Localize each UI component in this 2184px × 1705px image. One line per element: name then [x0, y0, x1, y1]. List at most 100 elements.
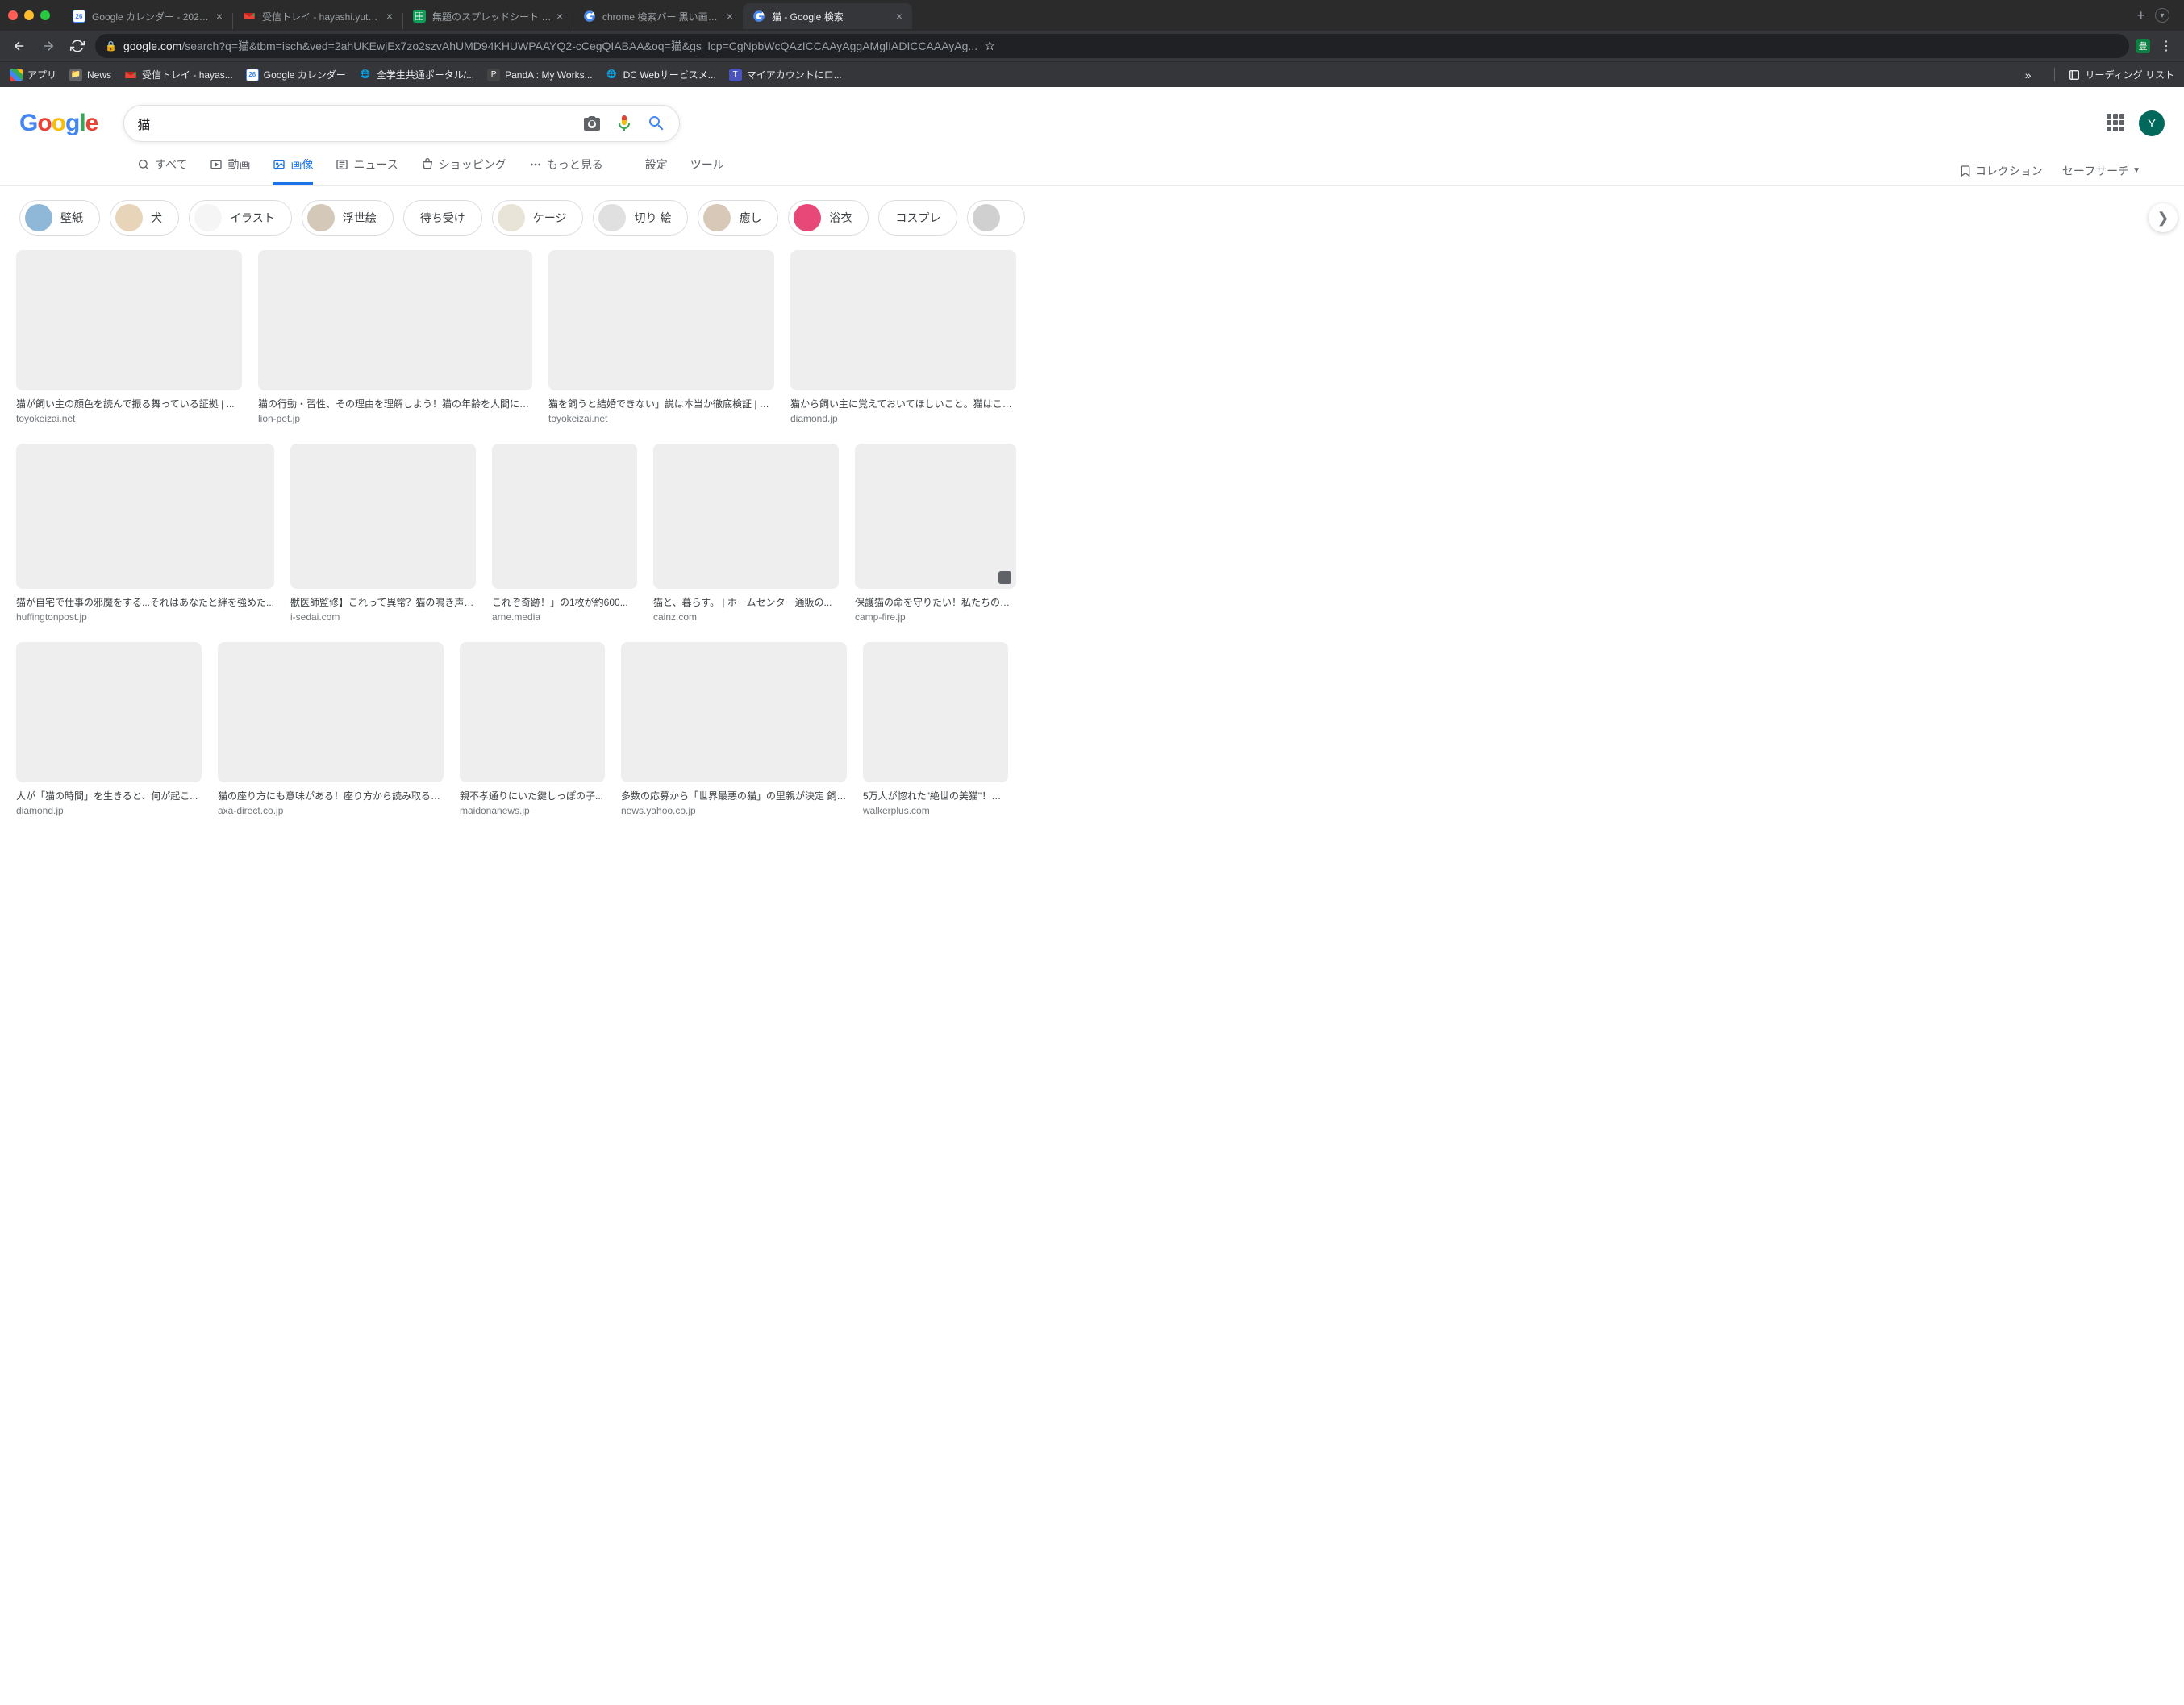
refinement-chip[interactable]: ケージ — [492, 200, 584, 236]
image-result[interactable]: 猫から飼い主に覚えておいてほしいこと。猫はこん... diamond.jp — [790, 250, 1016, 424]
refinement-chip[interactable]: 待ち受け — [403, 200, 482, 236]
bookmark-label: DC Webサービスメ... — [623, 68, 716, 81]
settings-link[interactable]: 設定 — [645, 156, 668, 185]
tab-close-icon[interactable]: × — [216, 10, 223, 22]
refinement-chip[interactable]: 癒し — [698, 200, 778, 236]
browser-tab[interactable]: 受信トレイ - hayashi.yutaka.2 × — [233, 3, 402, 29]
new-tab-button[interactable]: + — [2127, 7, 2155, 24]
bookmark-item[interactable]: PPandA : My Works... — [487, 69, 592, 81]
image-result[interactable]: 保護猫の命を守りたい！私たちの活... camp-fire.jp — [855, 444, 1016, 623]
window-close-button[interactable] — [8, 10, 18, 20]
tab-videos[interactable]: 動画 — [210, 156, 250, 185]
search-icon[interactable] — [647, 114, 666, 133]
bookmark-item[interactable]: Tマイアカウントにロ... — [729, 68, 842, 81]
refinement-chip[interactable]: 浴衣 — [788, 200, 869, 236]
image-result[interactable]: 5万人が惚れた"絶世の美猫"！壮... walkerplus.com — [863, 642, 1008, 816]
chip-label: 犬 — [151, 210, 162, 226]
result-source: cainz.com — [653, 611, 839, 623]
result-title: これぞ奇跡！」の1枚が約600... — [492, 595, 637, 610]
result-source: axa-direct.co.jp — [218, 805, 444, 816]
reload-button[interactable] — [66, 35, 89, 57]
image-result[interactable]: 人が「猫の時間」を生きると、何が起こ... diamond.jp — [16, 642, 202, 816]
image-result[interactable]: 猫が飼い主の顔色を読んで振る舞っている証拠 | ... toyokeizai.n… — [16, 250, 242, 424]
image-result[interactable]: 猫と、暮らす。 | ホームセンター通販の... cainz.com — [653, 444, 839, 623]
browser-tab[interactable]: 26Google カレンダー - 2021年 3× — [63, 3, 232, 29]
image-result[interactable]: 猫が自宅で仕事の邪魔をする...それはあなたと絆を強めた... huffingt… — [16, 444, 274, 623]
tab-all[interactable]: すべて — [137, 156, 187, 185]
back-button[interactable] — [8, 35, 31, 57]
refinement-chip[interactable]: 壁紙 — [19, 200, 100, 236]
avatar[interactable]: Y — [2139, 110, 2165, 136]
image-result[interactable]: 多数の応募から「世界最悪の猫」の里親が決定 飼い... news.yahoo.c… — [621, 642, 847, 816]
address-bar[interactable]: 🔒 google.com/search?q=猫&tbm=isch&ved=2ah… — [95, 34, 2129, 58]
result-thumbnail — [855, 444, 1016, 589]
refinement-chip[interactable]: 切り 絵 — [593, 200, 688, 236]
google-apps-icon[interactable] — [2107, 114, 2126, 133]
microphone-icon[interactable] — [615, 114, 634, 133]
result-title: 保護猫の命を守りたい！私たちの活... — [855, 595, 1016, 610]
chips-next-button[interactable]: ❯ — [2149, 203, 2178, 232]
window-minimize-button[interactable] — [24, 10, 34, 20]
bookmark-item[interactable]: 📁News — [69, 69, 111, 81]
browser-tab[interactable]: 猫 - Google 検索× — [743, 3, 912, 29]
forward-button[interactable] — [37, 35, 60, 57]
url-text: google.com/search?q=猫&tbm=isch&ved=2ahUK… — [123, 38, 977, 54]
tab-shopping[interactable]: ショッピング — [421, 156, 506, 185]
browser-tab[interactable]: 無題のスプレッドシート - Goog× — [403, 3, 573, 29]
search-bar[interactable] — [123, 105, 680, 142]
chip-label: コスプレ — [895, 210, 940, 226]
bookmark-label: News — [87, 69, 111, 81]
image-result[interactable]: 親不孝通りにいた鍵しっぽの子... maidonanews.jp — [460, 642, 605, 816]
tab-close-icon[interactable]: × — [727, 10, 733, 22]
result-source: toyokeizai.net — [16, 413, 242, 424]
search-input[interactable] — [137, 116, 582, 131]
refinement-chip[interactable]: 浮世絵 — [302, 200, 394, 236]
tab-close-icon[interactable]: × — [386, 10, 393, 22]
reading-list-button[interactable]: リーディング リスト — [2054, 68, 2175, 81]
tab-images[interactable]: 画像 — [273, 156, 313, 185]
bookmark-item[interactable]: 🌐DC Webサービスメ... — [606, 68, 716, 81]
bookmark-item[interactable]: 26Google カレンダー — [246, 68, 346, 81]
bookmark-item[interactable]: アプリ — [10, 68, 56, 81]
image-result[interactable]: 猫の行動・習性、その理由を理解しよう！猫の年齢を人間に換... lion-pet… — [258, 250, 532, 424]
bookmark-item[interactable]: 受信トレイ - hayas... — [124, 68, 233, 81]
bookmark-star-icon[interactable]: ☆ — [984, 38, 995, 54]
bookmark-item[interactable]: 🌐全学生共通ポータル/... — [359, 68, 474, 81]
result-title: 多数の応募から「世界最悪の猫」の里親が決定 飼い... — [621, 789, 847, 803]
tab-title: 受信トレイ - hayashi.yutaka.2 — [262, 10, 381, 23]
safesearch-link[interactable]: セーフサーチ ▼ — [2062, 163, 2140, 179]
bookmarks-overflow-button[interactable]: » — [2025, 69, 2032, 81]
chip-image — [115, 204, 143, 231]
extension-button[interactable]: 豊 — [2136, 39, 2150, 53]
image-result[interactable]: 猫の座り方にも意味がある！座り方から読み取る猫... axa-direct.co… — [218, 642, 444, 816]
tab-news[interactable]: ニュース — [336, 156, 398, 185]
result-source: diamond.jp — [16, 805, 202, 816]
collections-link[interactable]: コレクション — [1959, 163, 2043, 179]
result-thumbnail — [290, 444, 476, 589]
image-result[interactable]: 猫を飼うと結婚できない」説は本当か徹底検証 | ソ... toyokeizai.… — [548, 250, 774, 424]
refinement-chip[interactable]: コスプレ — [878, 200, 957, 236]
tab-title: Google カレンダー - 2021年 3 — [92, 10, 211, 23]
tools-link[interactable]: ツール — [690, 156, 724, 185]
chip-image — [598, 204, 626, 231]
camera-icon[interactable] — [582, 114, 602, 133]
image-result[interactable]: 獣医師監修】これって異常？猫の鳴き声で... i-sedai.com — [290, 444, 476, 623]
browser-menu-button[interactable]: ⋮ — [2157, 38, 2176, 54]
tab-close-icon[interactable]: × — [556, 10, 563, 22]
reading-list-label: リーディング リスト — [2086, 68, 2175, 81]
result-thumbnail — [16, 642, 202, 782]
tab-overflow-button[interactable]: ▾ — [2155, 8, 2169, 23]
refinement-chip[interactable]: 犬 — [110, 200, 179, 236]
window-maximize-button[interactable] — [40, 10, 50, 20]
window-titlebar: 26Google カレンダー - 2021年 3×受信トレイ - hayashi… — [0, 0, 2184, 31]
bookmark-label: PandA : My Works... — [505, 69, 592, 81]
tab-close-icon[interactable]: × — [896, 10, 902, 22]
refinement-chip[interactable] — [967, 200, 1025, 236]
image-result[interactable]: これぞ奇跡！」の1枚が約600... arne.media — [492, 444, 637, 623]
browser-tab[interactable]: chrome 検索バー 黒い画面 - G× — [573, 3, 743, 29]
bookmark-label: アプリ — [27, 68, 56, 81]
refinement-chip[interactable]: イラスト — [189, 200, 292, 236]
chip-image — [194, 204, 222, 231]
tab-more[interactable]: もっと見る — [529, 156, 603, 185]
google-logo[interactable]: Google — [19, 110, 98, 137]
